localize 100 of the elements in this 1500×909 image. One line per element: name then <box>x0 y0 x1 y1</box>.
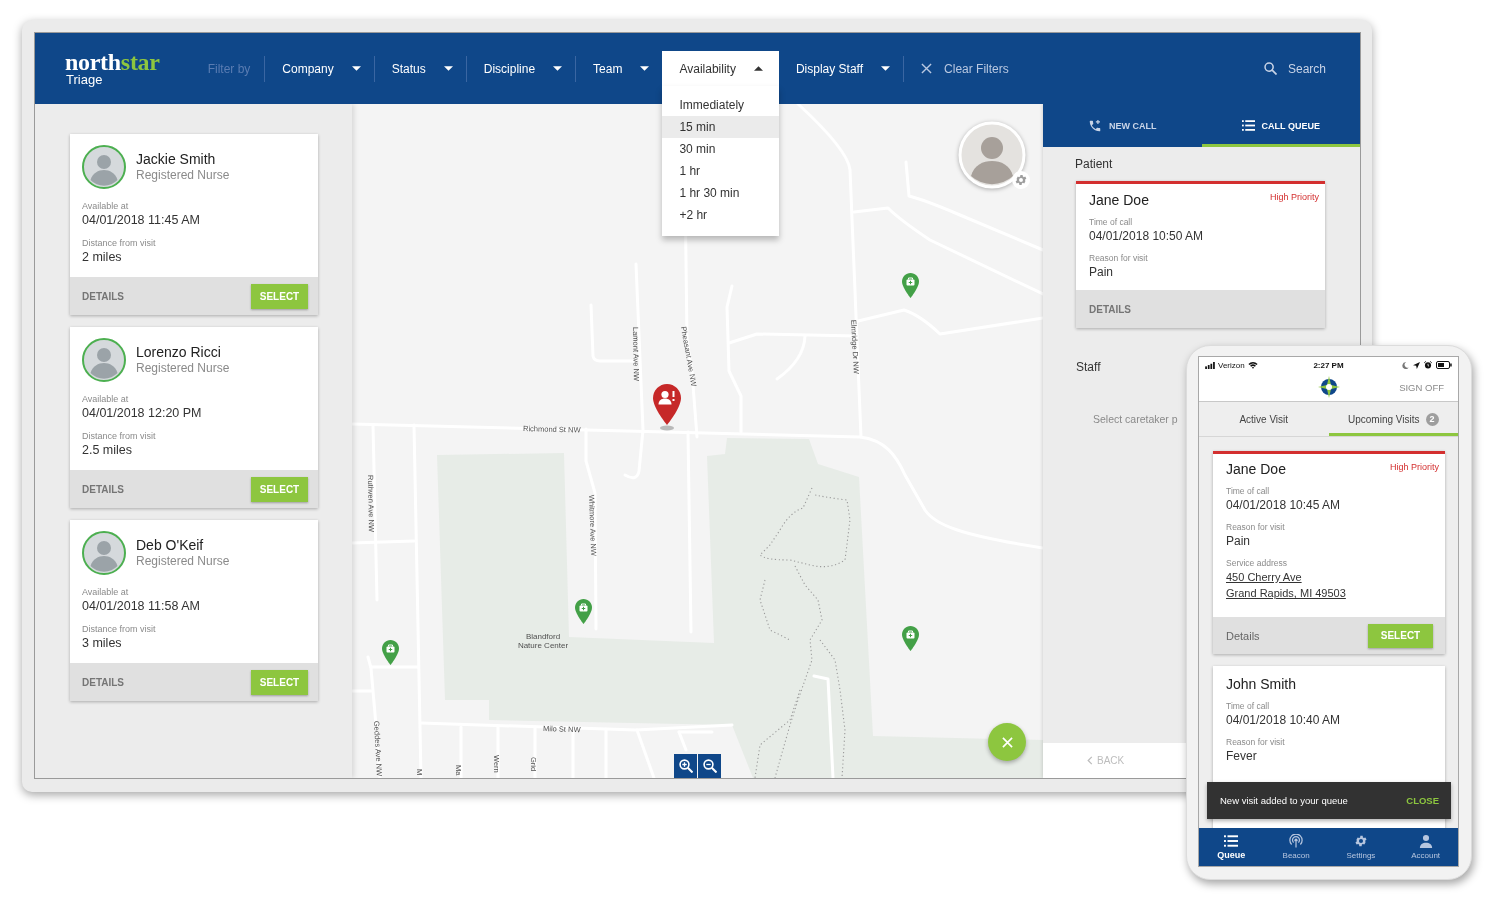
filter-dropdown[interactable]: Team <box>576 51 663 86</box>
filter-dropdown[interactable]: Availability <box>662 51 779 86</box>
field-label: Time of call <box>1226 485 1271 497</box>
tab[interactable]: CALL QUEUE <box>1201 104 1360 147</box>
tab[interactable]: Upcoming Visits 2 <box>1328 402 1458 436</box>
zoom-out-button[interactable] <box>698 754 721 778</box>
zoom-out-icon <box>702 759 717 773</box>
field-label: Distance from visit <box>82 237 157 249</box>
field-value: 04/01/2018 12:20 PM <box>82 405 203 421</box>
medical-bag-pin-icon <box>902 626 919 651</box>
nav-item[interactable]: Beacon <box>1263 828 1329 866</box>
section-heading: Staff <box>1076 359 1101 375</box>
sign-off-button[interactable]: SIGN OFF <box>1399 381 1444 393</box>
patient-name: John Smith <box>1226 676 1297 692</box>
field-label: Available at <box>82 586 130 598</box>
place-label: Blandford Nature Center <box>516 632 570 650</box>
caret-down-icon <box>640 66 650 71</box>
medical-bag-pin-icon <box>382 640 399 665</box>
patient-name: Jane Doe <box>1089 192 1149 208</box>
staff-role: Registered Nurse <box>136 554 230 569</box>
field-label: Time of call <box>1226 700 1271 712</box>
list-icon <box>1241 120 1255 131</box>
filter-dropdown[interactable]: Display Staff <box>778 51 904 86</box>
staff-role: Registered Nurse <box>136 361 230 376</box>
broadcast-icon <box>1289 834 1304 848</box>
settings-icon[interactable] <box>1012 171 1030 189</box>
filter-dropdown[interactable]: Discipline <box>466 51 576 86</box>
clock-time: 2:27 PM <box>1313 360 1344 370</box>
field-value: 04/01/2018 10:45 AM <box>1226 497 1342 513</box>
compass-star-icon <box>1317 376 1340 398</box>
nav-item[interactable]: Account <box>1393 828 1458 866</box>
product-name: Triage <box>66 72 104 86</box>
logo-wordmark: northstar <box>65 51 160 73</box>
tab[interactable]: NEW CALL <box>1043 104 1202 147</box>
dropdown-option[interactable]: 30 min <box>662 138 779 160</box>
caret-down-icon <box>881 66 891 71</box>
dropdown-option[interactable]: Immediately <box>662 94 779 116</box>
search-button[interactable]: Search <box>1263 61 1326 76</box>
snackbar-close-button[interactable]: CLOSE <box>1406 795 1439 806</box>
nav-item[interactable]: Settings <box>1328 828 1394 866</box>
location-arrow-icon <box>1413 361 1420 369</box>
person-icon <box>1418 834 1433 848</box>
field-label: Reason for visit <box>1226 521 1286 533</box>
dropdown-option[interactable]: 1 hr 30 min <box>662 182 779 204</box>
field-label: Distance from visit <box>82 623 157 635</box>
field-value: 04/01/2018 11:45 AM <box>82 212 201 228</box>
patient-pin-icon <box>653 384 681 431</box>
avatar-icon <box>82 145 126 189</box>
filter-dropdown[interactable]: Status <box>374 51 466 86</box>
dropdown-option[interactable]: 15 min <box>662 116 779 138</box>
priority-label: High Priority <box>1270 191 1319 203</box>
chevron-left-icon <box>1087 756 1093 765</box>
staff-hint: Select caretaker p <box>1093 412 1178 426</box>
tab[interactable]: Active Visit <box>1199 402 1329 436</box>
list-icon <box>1224 834 1239 847</box>
dropdown-option[interactable]: +2 hr <box>662 204 779 226</box>
caret-down-icon <box>443 66 453 71</box>
settings-icon <box>1353 834 1368 848</box>
field-value: 04/01/2018 10:40 AM <box>1226 712 1342 728</box>
nav-item[interactable]: Queue <box>1199 828 1264 866</box>
caret-down-icon <box>351 66 361 71</box>
field-value: 3 miles <box>82 635 123 651</box>
zoom-in-button[interactable] <box>674 754 697 778</box>
field-label: Distance from visit <box>82 430 157 442</box>
zoom-in-icon <box>678 759 693 773</box>
caret-down-icon <box>553 66 563 71</box>
count-badge: 2 <box>1425 412 1439 426</box>
moon-icon <box>1402 361 1409 369</box>
phone-plus-icon <box>1088 118 1102 133</box>
field-label: Available at <box>82 393 130 405</box>
avatar-icon[interactable] <box>958 121 1026 189</box>
clear-filters-button[interactable]: Clear Filters <box>921 61 1009 76</box>
caret-up-icon <box>753 66 763 71</box>
avatar-icon <box>82 338 126 382</box>
filter-dropdown[interactable]: Company <box>265 51 374 86</box>
battery-icon <box>1436 361 1452 369</box>
patient-name: Jane Doe <box>1226 461 1286 477</box>
section-heading: Patient <box>1075 156 1113 172</box>
address-link[interactable]: Grand Rapids, MI 49503 <box>1226 585 1346 601</box>
signal-bars-icon <box>1205 361 1215 369</box>
field-value: 04/01/2018 10:50 AM <box>1089 228 1205 244</box>
address-link[interactable]: 450 Cherry Ave <box>1226 569 1302 585</box>
wifi-icon <box>1247 361 1258 369</box>
field-label: Reason for visit <box>1226 736 1286 748</box>
field-value: Pain <box>1089 264 1115 280</box>
alarm-clock-icon <box>1424 361 1432 369</box>
field-label: Service address <box>1226 557 1288 569</box>
carrier-name: Verizon <box>1218 360 1245 370</box>
details-button[interactable]: Details <box>1226 629 1260 642</box>
field-label: Reason for visit <box>1089 252 1149 264</box>
filter-label: Filter by <box>207 61 251 76</box>
close-icon <box>921 63 933 74</box>
avatar-icon <box>82 531 126 575</box>
field-value: Fever <box>1226 748 1258 764</box>
staff-name: Jackie Smith <box>136 151 217 168</box>
dropdown-option[interactable]: 1 hr <box>662 160 779 182</box>
staff-name: Lorenzo Ricci <box>136 344 222 361</box>
priority-label: High Priority <box>1390 461 1439 473</box>
field-value: Pain <box>1226 533 1252 549</box>
field-label: Available at <box>82 200 130 212</box>
